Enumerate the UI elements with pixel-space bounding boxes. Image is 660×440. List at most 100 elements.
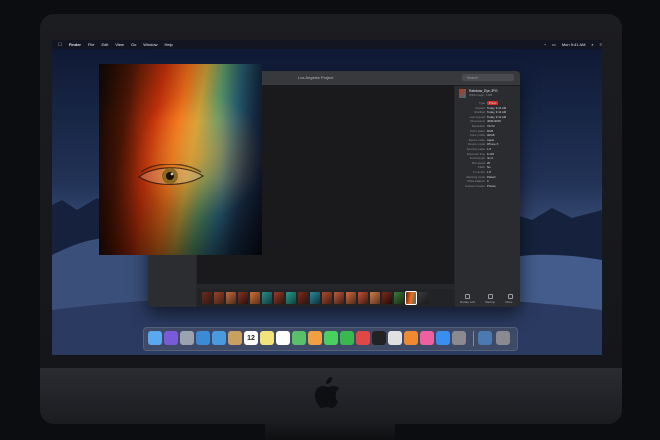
metadata-key: Flash xyxy=(478,165,485,170)
markup-button[interactable]: Markup xyxy=(485,293,495,304)
thumbnail[interactable] xyxy=(418,292,428,304)
itunes-icon[interactable] xyxy=(420,331,434,345)
metadata-key: Aperture value xyxy=(466,147,485,151)
siri-icon[interactable] xyxy=(164,331,178,345)
metadata-row: Exposure time 1/120 xyxy=(457,152,519,156)
thumbnail[interactable] xyxy=(286,292,296,304)
metadata-key: Type xyxy=(478,101,485,105)
metadata-row: Type Photo xyxy=(457,101,519,105)
thumbnail[interactable] xyxy=(202,292,212,304)
metadata-key: Last opened xyxy=(469,114,485,119)
eye-illustration xyxy=(138,164,205,186)
metadata-key: Color space xyxy=(470,128,485,133)
rotate-left-button[interactable]: Rotate Left xyxy=(460,293,475,304)
metadata-row: Dimensions 4000x3000 xyxy=(457,119,519,123)
wifi-icon[interactable]: ◔ xyxy=(544,42,546,47)
thumbnail[interactable] xyxy=(214,292,224,304)
metadata-key: ISO speed xyxy=(471,160,485,165)
window-title: Los Angeles Project xyxy=(298,75,334,80)
menu-edit[interactable]: Edit xyxy=(101,42,108,47)
thumbnail[interactable] xyxy=(298,292,308,304)
dock: 12 xyxy=(143,327,518,351)
notification-center-icon[interactable]: ≡ xyxy=(600,42,602,47)
inspector-subtitle: JPEG Image - 5 MB xyxy=(469,94,493,97)
menu-help[interactable]: Help xyxy=(165,42,173,47)
more-button[interactable]: More... xyxy=(505,293,515,304)
metadata-value: Today, 9:41 AM xyxy=(487,114,507,119)
metadata-row: Device make Apple xyxy=(457,138,519,142)
appstore-icon[interactable] xyxy=(436,331,450,345)
photo-shading xyxy=(99,64,262,255)
safari-icon[interactable] xyxy=(196,331,210,345)
maps-icon[interactable] xyxy=(292,331,306,345)
news-icon[interactable] xyxy=(356,331,370,345)
home-icon[interactable] xyxy=(404,331,418,345)
thumbnail[interactable] xyxy=(358,292,368,304)
more-icon xyxy=(507,293,513,299)
thumbnail-selected[interactable] xyxy=(405,291,417,305)
facetime-icon[interactable] xyxy=(340,331,354,345)
metadata-value: 0 xyxy=(487,179,489,184)
metadata-value: 4mm xyxy=(487,156,494,161)
downloads-icon[interactable] xyxy=(478,331,492,345)
rotate-icon xyxy=(465,293,470,299)
thumbnail-strip xyxy=(197,289,454,307)
metadata-key: Dimensions xyxy=(470,119,485,124)
metadata-value: Apple xyxy=(487,137,495,142)
launchpad-icon[interactable] xyxy=(180,331,194,345)
mail-icon[interactable] xyxy=(212,331,226,345)
menu-file[interactable]: File xyxy=(88,42,94,47)
notes-icon[interactable] xyxy=(260,331,274,345)
metadata-key: F number xyxy=(473,170,485,174)
thumbnail[interactable] xyxy=(226,292,236,304)
thumbnail[interactable] xyxy=(322,292,332,304)
metadata-row: Resolution 72x72 xyxy=(457,124,519,128)
reminders-icon[interactable] xyxy=(276,331,290,345)
menu-window[interactable]: Window xyxy=(143,42,157,47)
metadata-key: Metering mode xyxy=(466,174,485,179)
metadata-key: Device make xyxy=(468,137,485,142)
calendar-icon[interactable]: 12 xyxy=(244,331,258,345)
battery-icon[interactable]: ▭ xyxy=(552,42,556,47)
inspector-filename: Rainbow_Eye.JPG xyxy=(469,89,498,93)
stocks-icon[interactable] xyxy=(372,331,386,345)
search-input[interactable]: Search xyxy=(462,74,514,81)
trash-icon[interactable] xyxy=(496,331,510,345)
metadata-value: iPhone X xyxy=(487,142,499,147)
metadata-row: Last opened Today, 9:41 AM xyxy=(457,115,519,119)
photos-icon[interactable] xyxy=(308,331,322,345)
markup-icon xyxy=(487,293,493,299)
metadata-row: Device model iPhone X xyxy=(457,142,519,146)
voice-memos-icon[interactable] xyxy=(388,331,402,345)
menu-go[interactable]: Go xyxy=(131,42,136,47)
menu-view[interactable]: View xyxy=(115,42,124,47)
thumbnail[interactable] xyxy=(238,292,248,304)
menu-clock[interactable]: Mon 9:41 AM xyxy=(562,42,586,47)
metadata-row: ISO speed 25 xyxy=(457,161,519,165)
thumbnail[interactable] xyxy=(262,292,272,304)
menu-bar:  Finder File Edit View Go Window Help ◔… xyxy=(52,40,602,49)
metadata-value: 72x72 xyxy=(487,124,495,128)
metadata-key: Created xyxy=(475,105,485,110)
metadata-value: 1.8 xyxy=(487,147,491,151)
metadata-key: Content Creator xyxy=(465,183,485,188)
thumbnail[interactable] xyxy=(346,292,356,304)
metadata-row: Color space RGB xyxy=(457,129,519,133)
thumbnail[interactable] xyxy=(370,292,380,304)
apple-menu-icon[interactable]:  xyxy=(58,42,62,48)
thumbnail[interactable] xyxy=(310,292,320,304)
settings-icon[interactable] xyxy=(452,331,466,345)
thumbnail[interactable] xyxy=(250,292,260,304)
menu-app-name[interactable]: Finder xyxy=(69,42,81,47)
thumbnail[interactable] xyxy=(334,292,344,304)
spotlight-icon[interactable]: ⌕ xyxy=(591,42,593,47)
metadata-key: Device model xyxy=(468,142,485,147)
finder-icon[interactable] xyxy=(148,331,162,345)
dock-separator xyxy=(473,331,474,346)
thumbnail[interactable] xyxy=(382,292,392,304)
messages-icon[interactable] xyxy=(324,331,338,345)
metadata-value: No xyxy=(487,165,491,170)
thumbnail[interactable] xyxy=(394,292,404,304)
thumbnail[interactable] xyxy=(274,292,284,304)
contacts-icon[interactable] xyxy=(228,331,242,345)
